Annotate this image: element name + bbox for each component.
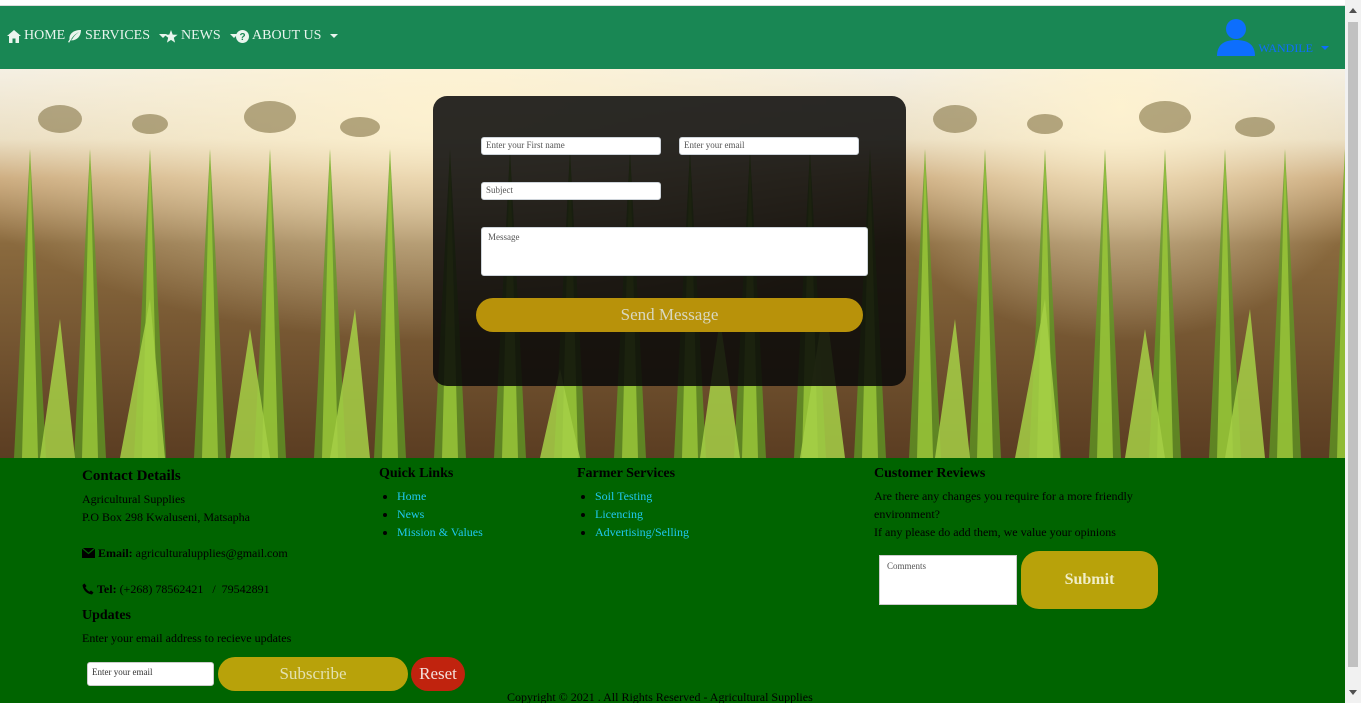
list-item: Mission & Values xyxy=(397,523,483,541)
nav-services[interactable]: SERVICES xyxy=(68,28,168,44)
copyright: Copyright © 2021 . All Rights Reserved -… xyxy=(507,690,813,703)
contact-email: agriculturalupplies@gmail.com xyxy=(135,546,288,560)
scrollbar[interactable] xyxy=(1345,0,1361,703)
contact-line2: P.O Box 298 Kwaluseni, Matsapha xyxy=(82,510,250,524)
link-advertising-selling[interactable]: Advertising/Selling xyxy=(595,525,689,539)
navbar: HOME SERVICES NEWS ? ABOUT US WANDILE xyxy=(0,6,1345,69)
question-circle-icon: ? xyxy=(236,29,249,43)
nav-news-label: NEWS xyxy=(181,28,221,43)
list-item: Home xyxy=(397,487,483,505)
updates-text: Enter your email address to recieve upda… xyxy=(82,631,292,645)
user-name: WANDILE xyxy=(1258,41,1313,55)
send-message-button[interactable]: Send Message xyxy=(476,298,863,332)
reviews-text2: If any please do add them, we value your… xyxy=(874,525,1116,539)
home-icon xyxy=(7,29,21,43)
nav-home[interactable]: HOME xyxy=(7,28,65,44)
link-mission-values[interactable]: Mission & Values xyxy=(397,525,483,539)
footer: Contact Details Agricultural Supplies P.… xyxy=(0,458,1345,703)
message-field[interactable]: Message xyxy=(481,227,868,276)
email-label: Email: xyxy=(98,546,133,560)
quick-links-list: Home News Mission & Values xyxy=(379,487,483,541)
reviews-title: Customer Reviews xyxy=(874,466,986,481)
user-icon xyxy=(1217,19,1256,56)
nav-about[interactable]: ? ABOUT US xyxy=(236,28,339,44)
quick-links-title: Quick Links xyxy=(379,466,454,481)
updates-title: Updates xyxy=(82,608,132,623)
link-soil-testing[interactable]: Soil Testing xyxy=(595,489,652,503)
contact-email-row: Email: agriculturalupplies@gmail.com xyxy=(82,544,288,562)
first-name-field[interactable]: Enter your First name xyxy=(481,137,661,155)
reset-button[interactable]: Reset xyxy=(411,657,465,691)
subject-field[interactable]: Subject xyxy=(481,182,661,200)
list-item: Advertising/Selling xyxy=(595,523,689,541)
envelope-icon xyxy=(82,548,95,558)
chevron-down-icon xyxy=(1321,46,1329,50)
nav-about-label: ABOUT US xyxy=(252,28,322,43)
scroll-up-icon[interactable] xyxy=(1349,8,1357,13)
contact-line1: Agricultural Supplies xyxy=(82,492,185,506)
contact-tel: (+268) 78562421 / 79542891 xyxy=(119,582,270,596)
contact-tel-row: Tel: (+268) 78562421 / 79542891 xyxy=(82,580,270,598)
link-news[interactable]: News xyxy=(397,507,424,521)
chevron-down-icon xyxy=(330,34,339,38)
field-image-repeat xyxy=(895,69,1345,458)
contact-title: Contact Details xyxy=(82,468,181,484)
submit-review-button[interactable]: Submit xyxy=(1021,551,1158,609)
phone-icon xyxy=(82,583,94,595)
farmer-services-list: Soil Testing Licencing Advertising/Selli… xyxy=(577,487,689,541)
contact-form: Enter your First name Enter your email S… xyxy=(433,96,906,386)
list-item: Licencing xyxy=(595,505,689,523)
link-licencing[interactable]: Licencing xyxy=(595,507,643,521)
subscribe-button[interactable]: Subscribe xyxy=(218,657,408,691)
nav-services-label: SERVICES xyxy=(85,28,151,43)
svg-text:?: ? xyxy=(239,32,245,43)
email-field[interactable]: Enter your email xyxy=(679,137,859,155)
star-icon xyxy=(164,29,178,43)
subscribe-email-input[interactable]: Enter your email xyxy=(87,662,214,686)
list-item: News xyxy=(397,505,483,523)
nav-home-label: HOME xyxy=(24,28,66,43)
link-home[interactable]: Home xyxy=(397,489,426,503)
tel-label: Tel: xyxy=(97,582,117,596)
leaf-icon xyxy=(68,29,81,43)
user-menu[interactable]: WANDILE xyxy=(1216,18,1329,56)
scrollbar-thumb[interactable] xyxy=(1348,22,1358,667)
reviews-text1: Are there any changes you require for a … xyxy=(874,489,1133,521)
list-item: Soil Testing xyxy=(595,487,689,505)
farmer-services-title: Farmer Services xyxy=(577,466,676,481)
scroll-down-icon[interactable] xyxy=(1349,690,1357,695)
comments-field[interactable]: Comments xyxy=(879,555,1017,605)
nav-news[interactable]: NEWS xyxy=(164,28,238,44)
